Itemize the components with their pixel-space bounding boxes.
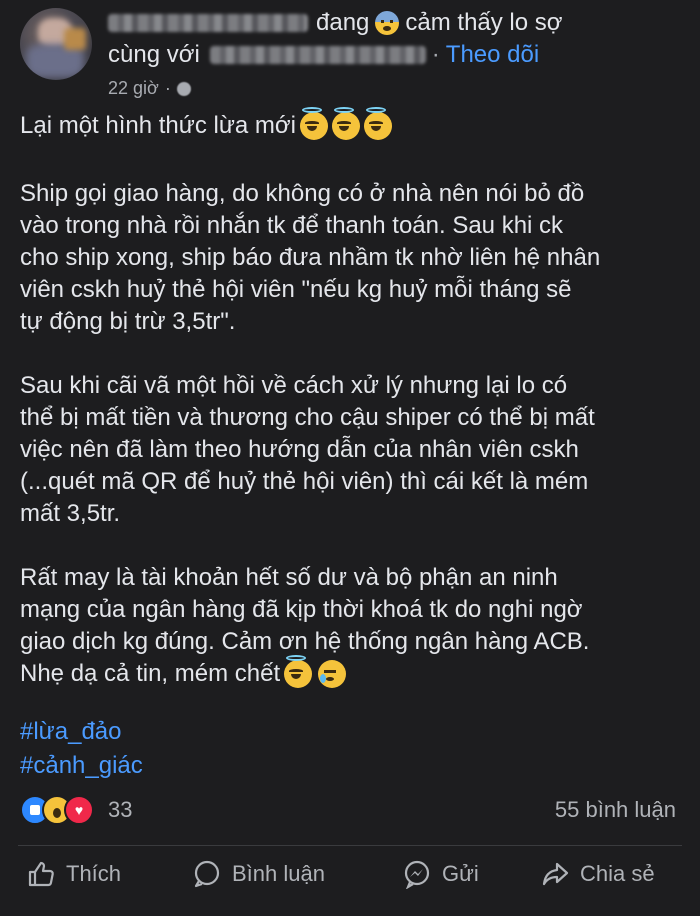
post-meta: 22 giờ · bbox=[108, 78, 191, 99]
reaction-count[interactable]: 33 bbox=[108, 797, 132, 823]
feeling-text: cảm thấy lo sợ bbox=[405, 9, 563, 36]
post-last-line: Nhẹ dạ cả tin, mém chết bbox=[20, 655, 347, 688]
comment-button[interactable]: Bình luận bbox=[192, 859, 325, 889]
post-first-line-text: Lại một hình thức lừa mới bbox=[20, 112, 296, 139]
tagged-line: cùng với · Theo dõi bbox=[108, 38, 539, 72]
share-button[interactable]: Chia sẻ bbox=[540, 859, 655, 889]
post-first-line: Lại một hình thức lừa mới bbox=[20, 107, 392, 140]
send-button[interactable]: Gửi bbox=[402, 859, 479, 889]
halo-face-icon bbox=[284, 655, 313, 688]
halo-face-icon bbox=[363, 107, 392, 140]
action-divider bbox=[18, 845, 682, 846]
share-arrow-icon bbox=[540, 859, 570, 889]
comment-bubble-icon bbox=[192, 859, 222, 889]
hashtag-lua-dao[interactable]: #lừa_đảo bbox=[20, 718, 121, 746]
post-time[interactable]: 22 giờ bbox=[108, 78, 159, 99]
action-bar: Thích Bình luận Gửi Chia sẻ bbox=[0, 852, 700, 896]
reaction-summary[interactable]: 33 bbox=[20, 794, 132, 826]
globe-icon[interactable] bbox=[176, 81, 191, 96]
follow-button[interactable]: Theo dõi bbox=[446, 41, 539, 69]
comment-count[interactable]: 55 bình luận bbox=[555, 794, 676, 826]
share-label: Chia sẻ bbox=[580, 861, 655, 886]
meta-separator: · bbox=[164, 78, 171, 98]
tagged-name-redacted[interactable] bbox=[209, 46, 426, 64]
post-paragraph-3: Rất may là tài khoản hết số dư và bộ phậ… bbox=[20, 564, 590, 655]
messenger-icon bbox=[402, 859, 432, 889]
separator-dot: · bbox=[431, 41, 440, 68]
activity-text: đang bbox=[316, 9, 370, 36]
hashtag-canh-giac[interactable]: #cảnh_giác bbox=[20, 752, 143, 780]
post-card: đang cảm thấy lo sợ cùng với · Theo dõi … bbox=[0, 0, 700, 916]
send-label: Gửi bbox=[442, 861, 479, 886]
post-last-line-text: Nhẹ dạ cả tin, mém chết bbox=[20, 660, 281, 687]
post-paragraph-1: Ship gọi giao hàng, do không có ở nhà nê… bbox=[20, 180, 601, 335]
like-label: Thích bbox=[66, 861, 122, 886]
like-button[interactable]: Thích bbox=[26, 859, 121, 889]
with-text: cùng với bbox=[108, 41, 200, 68]
halo-face-icon bbox=[331, 107, 360, 140]
author-line: đang cảm thấy lo sợ bbox=[108, 6, 563, 40]
author-name-redacted[interactable] bbox=[108, 14, 308, 32]
love-reaction-icon bbox=[64, 795, 94, 825]
fearful-face-icon bbox=[375, 11, 400, 35]
halo-face-icon bbox=[299, 107, 328, 140]
author-avatar[interactable] bbox=[20, 8, 92, 80]
thumbs-up-icon bbox=[26, 859, 56, 889]
post-paragraph-2: Sau khi cãi vã một hồi về cách xử lý như… bbox=[20, 372, 595, 527]
comment-label: Bình luận bbox=[232, 861, 325, 886]
crying-face-icon bbox=[318, 660, 347, 688]
